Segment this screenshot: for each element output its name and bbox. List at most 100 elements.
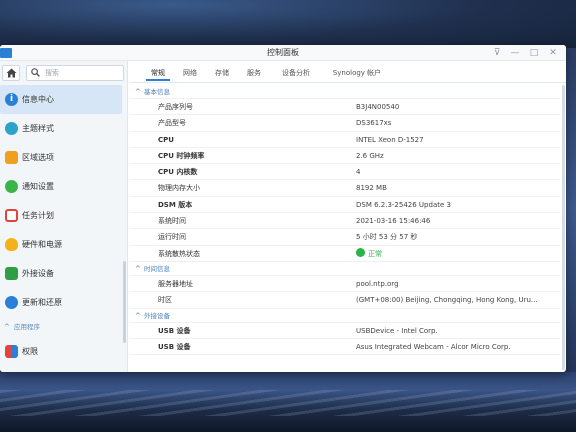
info-row: DSM 版本 DSM 6.2.3-25426 Update 3 bbox=[130, 197, 560, 214]
search-icon bbox=[31, 68, 40, 77]
info-row: 系统时间 2021-03-16 15:46:46 bbox=[130, 213, 560, 230]
chevron-up-icon: ^ bbox=[135, 311, 141, 320]
info-key: 系统时间 bbox=[158, 217, 186, 226]
info-key: 运行时间 bbox=[158, 233, 186, 242]
home-icon bbox=[6, 68, 16, 78]
desktop-wallpaper-top bbox=[0, 0, 576, 48]
window-title: 控制面板 bbox=[267, 48, 299, 57]
status-ok-icon bbox=[356, 247, 365, 257]
section-header[interactable]: ^ 时间信息 bbox=[130, 262, 560, 276]
info-row: CPU INTEL Xeon D-1527 bbox=[130, 132, 560, 148]
info-value: 2021-03-16 15:46:46 bbox=[356, 217, 431, 226]
tab-network[interactable]: 网络 bbox=[178, 65, 202, 81]
info-row: 系统散热状态 正常 bbox=[130, 246, 560, 262]
info-key: 产品型号 bbox=[158, 119, 186, 128]
home-button[interactable] bbox=[2, 65, 20, 81]
sidebar-toolbar: 搜索 bbox=[0, 63, 128, 81]
bulb-icon bbox=[5, 238, 18, 251]
chevron-up-icon: ^ bbox=[135, 88, 141, 96]
tab-synology-account[interactable]: Synology 帐户 bbox=[326, 65, 388, 81]
control-panel-window: 控制面板 ⊽ — □ ✕ 搜索 i 信息中心 主题样式 区域选项 通知设置 任务… bbox=[0, 45, 566, 372]
info-value: (GMT+08:00) Beijing, Chongqing, Hong Kon… bbox=[356, 296, 538, 305]
section-title: 外接设备 bbox=[144, 311, 170, 320]
info-key: CPU 时钟频率 bbox=[158, 151, 205, 160]
info-value: DS3617xs bbox=[356, 119, 392, 128]
sidebar-item-notification[interactable]: 通知设置 bbox=[0, 172, 122, 201]
sidebar-item-label: 区域选项 bbox=[22, 153, 54, 162]
section-header[interactable]: ^ 基本信息 bbox=[130, 85, 560, 99]
external-device-icon bbox=[5, 267, 18, 280]
sidebar-item-label: 信息中心 bbox=[22, 95, 54, 104]
calendar-icon bbox=[5, 209, 18, 222]
chevron-up-icon: ^ bbox=[4, 323, 10, 331]
close-button[interactable]: ✕ bbox=[546, 46, 560, 60]
sidebar-section-label: 应用程序 bbox=[14, 323, 40, 331]
info-value: 2.6 GHz bbox=[356, 151, 384, 160]
sidebar-item-theme[interactable]: 主题样式 bbox=[0, 114, 122, 143]
sidebar-item-info-center[interactable]: i 信息中心 bbox=[0, 85, 122, 114]
sidebar-scrollbar[interactable] bbox=[123, 261, 126, 343]
content-scrollbar[interactable] bbox=[562, 85, 565, 370]
tab-bar: 常规 网络 存储 服务 设备分析 Synology 帐户 bbox=[130, 61, 566, 83]
info-row: USB 设备 USBDevice - Intel Corp. bbox=[130, 323, 560, 339]
info-value: pool.ntp.org bbox=[356, 279, 399, 288]
pin-icon[interactable]: ⊽ bbox=[490, 46, 504, 60]
info-row: USB 设备 Asus Integrated Webcam - Alcor Mic… bbox=[130, 339, 560, 356]
refresh-icon bbox=[5, 296, 18, 309]
sidebar-item-label: 硬件和电源 bbox=[22, 240, 62, 249]
sidebar-item-hardware-power[interactable]: 硬件和电源 bbox=[0, 230, 122, 259]
info-content: ^ 基本信息 产品序列号 B3J4N00540 产品型号 DS3617xs CPU INTEL… bbox=[130, 85, 560, 372]
info-row: CPU 时钟频率 2.6 GHz bbox=[130, 148, 560, 165]
sidebar-item-external-devices[interactable]: 外接设备 bbox=[0, 259, 122, 288]
sidebar-item-label: 权限 bbox=[22, 347, 38, 356]
info-value: Asus Integrated Webcam - Alcor Micro Cor… bbox=[356, 342, 511, 351]
info-row: 物理内存大小 8192 MB bbox=[130, 180, 560, 197]
tab-storage[interactable]: 存储 bbox=[210, 65, 234, 81]
section-title: 时间信息 bbox=[144, 264, 170, 273]
info-value: 5 小时 53 分 57 秒 bbox=[356, 233, 418, 242]
info-row: 产品型号 DS3617xs bbox=[130, 115, 560, 132]
info-value: 8192 MB bbox=[356, 184, 387, 193]
info-value: 正常 bbox=[356, 246, 560, 262]
info-row: CPU 内核数 4 bbox=[130, 164, 560, 181]
info-icon: i bbox=[5, 93, 18, 106]
search-placeholder: 搜索 bbox=[45, 69, 59, 77]
region-icon bbox=[5, 151, 18, 164]
sidebar-item-update-restore[interactable]: 更新和还原 bbox=[0, 288, 122, 317]
chat-icon bbox=[5, 180, 18, 193]
info-key: CPU 内核数 bbox=[158, 168, 198, 177]
palette-icon bbox=[5, 122, 18, 135]
search-input[interactable]: 搜索 bbox=[26, 65, 124, 81]
section-title: 基本信息 bbox=[144, 88, 170, 96]
info-row: 运行时间 5 小时 53 分 57 秒 bbox=[130, 229, 560, 246]
sidebar: 搜索 i 信息中心 主题样式 区域选项 通知设置 任务计划 硬件和电源 外接设备… bbox=[0, 61, 128, 372]
sidebar-section-applications[interactable]: ^ 应用程序 bbox=[0, 317, 122, 337]
title-bar[interactable]: 控制面板 ⊽ — □ ✕ bbox=[0, 45, 566, 61]
sidebar-item-task-scheduler[interactable]: 任务计划 bbox=[0, 201, 122, 230]
info-value: 4 bbox=[356, 168, 361, 177]
desktop-wallpaper-bottom bbox=[0, 372, 576, 432]
sidebar-item-label: 外接设备 bbox=[22, 269, 54, 278]
permission-icon bbox=[5, 345, 18, 358]
info-value: USBDevice - Intel Corp. bbox=[356, 326, 438, 335]
tab-device-analytics[interactable]: 设备分析 bbox=[276, 65, 316, 81]
info-value: INTEL Xeon D-1527 bbox=[356, 135, 424, 144]
section-header[interactable]: ^ 外接设备 bbox=[130, 309, 560, 323]
info-key: CPU bbox=[158, 135, 174, 144]
desktop-wallpaper-right bbox=[566, 48, 576, 372]
info-value: DSM 6.2.3-25426 Update 3 bbox=[356, 200, 451, 209]
maximize-button[interactable]: □ bbox=[527, 46, 541, 60]
sidebar-list: i 信息中心 主题样式 区域选项 通知设置 任务计划 硬件和电源 外接设备 更新… bbox=[0, 85, 122, 366]
info-key: 物理内存大小 bbox=[158, 184, 200, 193]
info-key: 服务器地址 bbox=[158, 279, 193, 288]
info-row: 产品序列号 B3J4N00540 bbox=[130, 99, 560, 116]
tab-service[interactable]: 服务 bbox=[242, 65, 266, 81]
info-key: 系统散热状态 bbox=[158, 249, 200, 258]
sidebar-item-region[interactable]: 区域选项 bbox=[0, 143, 122, 172]
tab-general[interactable]: 常规 bbox=[146, 65, 170, 81]
info-row: 服务器地址 pool.ntp.org bbox=[130, 276, 560, 293]
minimize-button[interactable]: — bbox=[508, 46, 522, 60]
sidebar-item-label: 更新和还原 bbox=[22, 298, 62, 307]
sidebar-item-label: 主题样式 bbox=[22, 124, 54, 133]
sidebar-item-privileges[interactable]: 权限 bbox=[0, 337, 122, 366]
